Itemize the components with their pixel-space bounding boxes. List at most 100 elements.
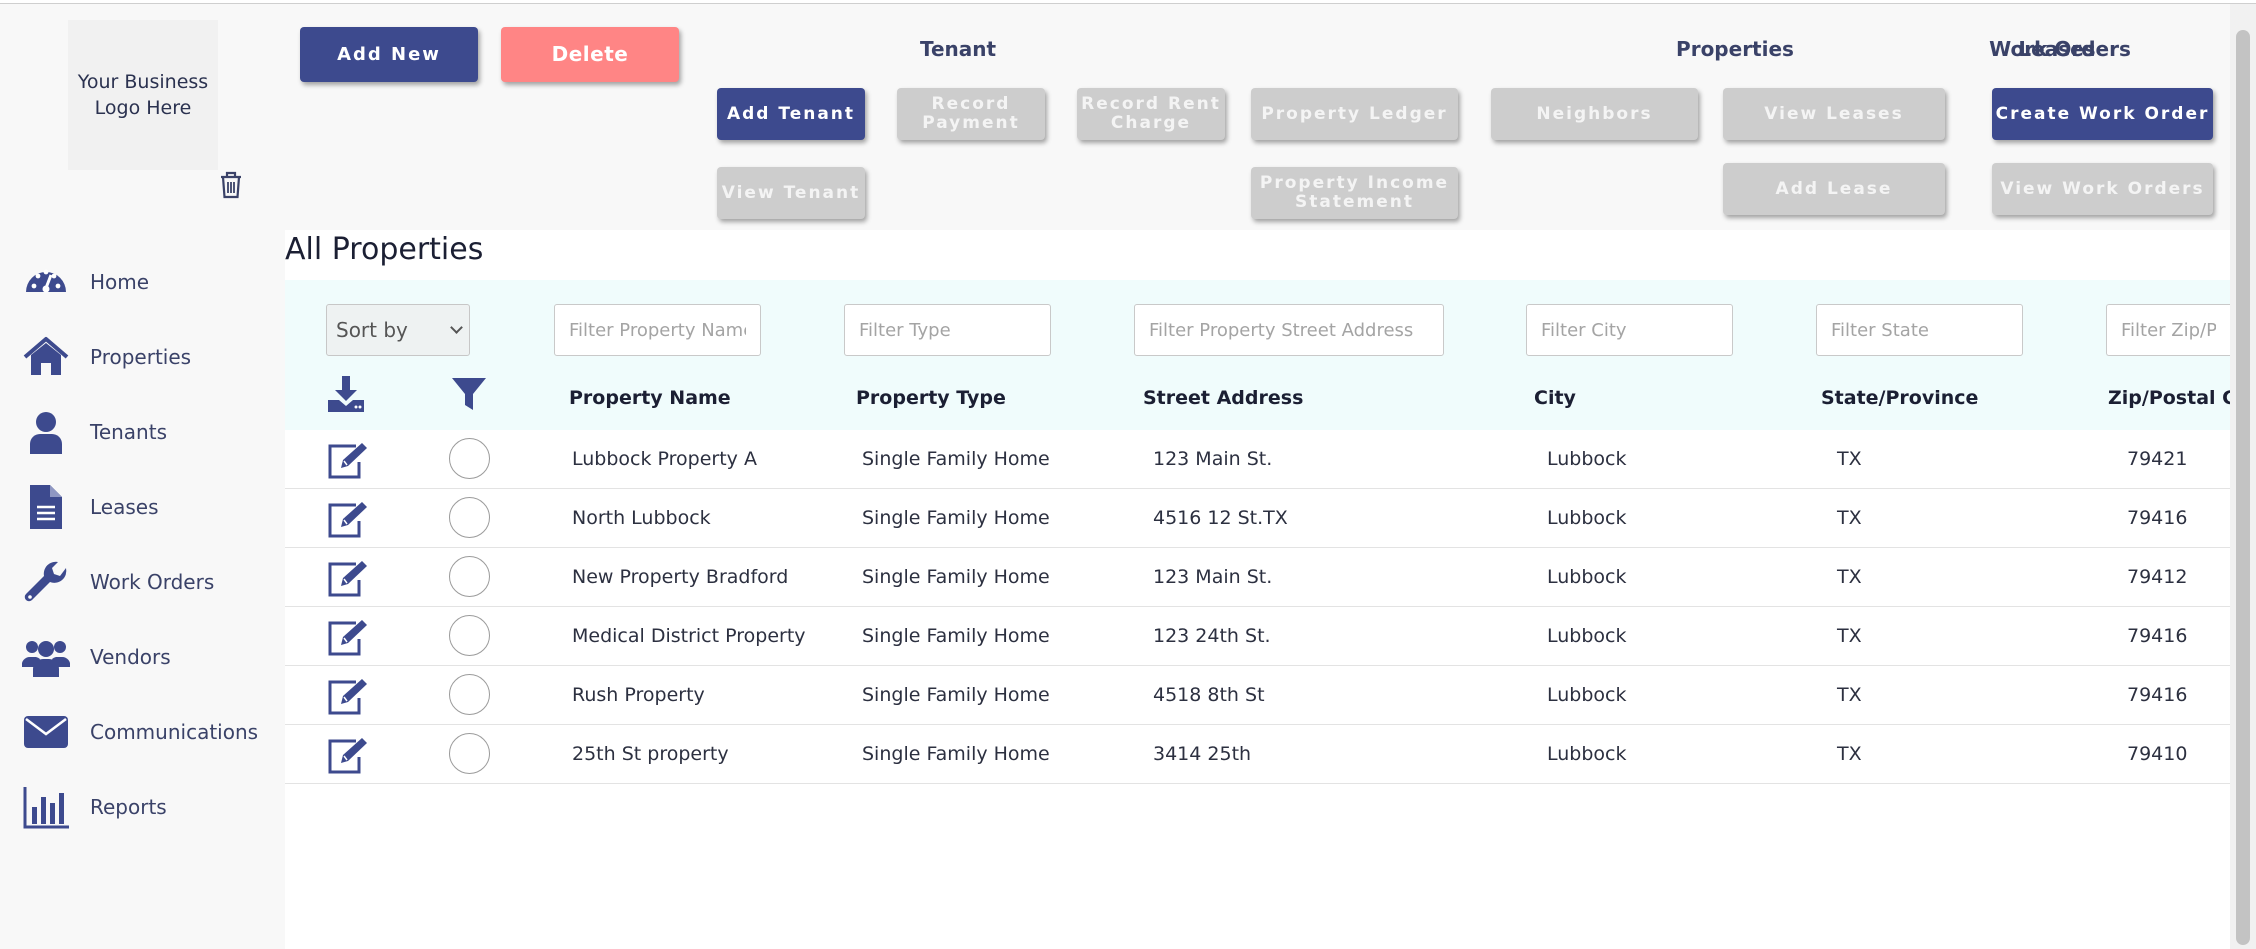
table-row[interactable]: North Lubbock Single Family Home 4516 12… xyxy=(285,489,2230,548)
house-icon xyxy=(23,336,69,375)
download-icon[interactable] xyxy=(326,374,366,414)
row-select-radio[interactable] xyxy=(449,438,490,479)
cell-zip: 79421 xyxy=(2127,448,2188,470)
sidebar-item-label: Properties xyxy=(90,344,192,369)
cell-property-type: Single Family Home xyxy=(862,743,1050,765)
cell-property-name[interactable]: Medical District Property xyxy=(572,625,806,647)
edit-icon[interactable] xyxy=(326,735,370,775)
vertical-scrollbar[interactable] xyxy=(2230,4,2256,949)
row-select-radio[interactable] xyxy=(449,733,490,774)
neighbors-button[interactable]: Neighbors xyxy=(1491,88,1698,140)
view-tenant-button[interactable]: View Tenant xyxy=(717,167,865,219)
users-group-icon xyxy=(22,640,70,677)
cell-street-address: 4518 8th St xyxy=(1153,684,1265,706)
edit-icon[interactable] xyxy=(326,558,370,598)
edit-icon[interactable] xyxy=(326,440,370,480)
filter-funnel-icon[interactable] xyxy=(450,375,488,413)
cell-city: Lubbock xyxy=(1547,566,1627,588)
row-select-radio[interactable] xyxy=(449,615,490,656)
cell-state: TX xyxy=(1837,625,1862,647)
sidebar-nav: Home Properties Tenants Leases Work Orde… xyxy=(0,244,285,844)
column-header-property-type[interactable]: Property Type xyxy=(856,387,1006,409)
filter-city-input[interactable] xyxy=(1526,304,1733,356)
row-select-radio[interactable] xyxy=(449,497,490,538)
add-lease-button[interactable]: Add Lease xyxy=(1723,163,1945,215)
trash-icon[interactable] xyxy=(218,170,244,200)
cell-city: Lubbock xyxy=(1547,448,1627,470)
cell-zip: 79416 xyxy=(2127,507,2188,529)
cell-property-name[interactable]: North Lubbock xyxy=(572,507,711,529)
business-logo[interactable]: Your Business Logo Here xyxy=(68,20,218,170)
view-leases-button[interactable]: View Leases xyxy=(1723,88,1945,140)
delete-button[interactable]: Delete xyxy=(501,27,679,82)
record-rent-charge-button[interactable]: Record Rent Charge xyxy=(1077,88,1225,140)
cell-street-address: 123 24th St. xyxy=(1153,625,1271,647)
cell-property-name[interactable]: 25th St property xyxy=(572,743,729,765)
cell-property-name[interactable]: New Property Bradford xyxy=(572,566,788,588)
sidebar-item-tenants[interactable]: Tenants xyxy=(0,394,285,469)
logo-text: Your Business Logo Here xyxy=(77,71,209,119)
add-new-button[interactable]: Add New xyxy=(300,27,478,82)
cell-city: Lubbock xyxy=(1547,743,1627,765)
cell-zip: 79410 xyxy=(2127,743,2188,765)
filter-state-input[interactable] xyxy=(1816,304,2023,356)
cell-zip: 79412 xyxy=(2127,566,2188,588)
cell-property-type: Single Family Home xyxy=(862,566,1050,588)
row-select-radio[interactable] xyxy=(449,674,490,715)
cell-state: TX xyxy=(1837,566,1862,588)
speedometer-icon xyxy=(26,269,66,292)
sidebar-item-label: Communications xyxy=(90,719,259,744)
edit-icon[interactable] xyxy=(326,499,370,539)
filter-zip-input[interactable] xyxy=(2106,304,2230,356)
edit-icon[interactable] xyxy=(326,617,370,657)
sidebar-item-leases[interactable]: Leases xyxy=(0,469,285,544)
sidebar-item-work-orders[interactable]: Work Orders xyxy=(0,544,285,619)
sidebar: Your Business Logo Here Home Properties xyxy=(0,4,285,949)
filter-type-input[interactable] xyxy=(844,304,1051,356)
user-icon xyxy=(30,411,62,454)
table-row[interactable]: 25th St property Single Family Home 3414… xyxy=(285,725,2230,784)
filter-street-address-input[interactable] xyxy=(1134,304,1444,356)
create-work-order-button[interactable]: Create Work Order xyxy=(1992,88,2213,140)
cell-street-address: 123 Main St. xyxy=(1153,566,1273,588)
cell-property-name[interactable]: Rush Property xyxy=(572,684,705,706)
edit-icon[interactable] xyxy=(326,676,370,716)
column-header-street-address[interactable]: Street Address xyxy=(1143,387,1303,409)
sidebar-item-home[interactable]: Home xyxy=(0,244,285,319)
group-title-tenant: Tenant xyxy=(919,37,997,61)
cell-property-type: Single Family Home xyxy=(862,507,1050,529)
filter-property-name-input[interactable] xyxy=(554,304,761,356)
sidebar-item-properties[interactable]: Properties xyxy=(0,319,285,394)
table-row[interactable]: Medical District Property Single Family … xyxy=(285,607,2230,666)
cell-state: TX xyxy=(1837,743,1862,765)
sidebar-item-vendors[interactable]: Vendors xyxy=(0,619,285,694)
column-header-property-name[interactable]: Property Name xyxy=(569,387,731,409)
main-content: Add New Delete Tenant Properties Leases … xyxy=(285,4,2256,949)
sidebar-item-label: Leases xyxy=(90,494,159,519)
add-tenant-button[interactable]: Add Tenant xyxy=(717,88,865,140)
table-row[interactable]: Lubbock Property A Single Family Home 12… xyxy=(285,430,2230,489)
column-header-state[interactable]: State/Province xyxy=(1821,387,1978,409)
sidebar-item-reports[interactable]: Reports xyxy=(0,769,285,844)
sidebar-item-communications[interactable]: Communications xyxy=(0,694,285,769)
view-work-orders-button[interactable]: View Work Orders xyxy=(1992,163,2213,215)
document-icon xyxy=(30,484,62,529)
properties-table-body: Lubbock Property A Single Family Home 12… xyxy=(285,430,2230,784)
wrench-icon xyxy=(24,561,67,601)
record-payment-button[interactable]: Record Payment xyxy=(897,88,1045,140)
table-row[interactable]: Rush Property Single Family Home 4518 8t… xyxy=(285,666,2230,725)
sidebar-item-label: Reports xyxy=(90,794,167,819)
scrollbar-thumb[interactable] xyxy=(2236,30,2250,945)
cell-street-address: 4516 12 St.TX xyxy=(1153,507,1288,529)
sort-by-value: Sort by xyxy=(336,318,408,342)
envelope-icon xyxy=(24,715,68,748)
cell-property-name[interactable]: Lubbock Property A xyxy=(572,448,757,470)
table-row[interactable]: New Property Bradford Single Family Home… xyxy=(285,548,2230,607)
sort-by-select[interactable]: Sort by xyxy=(326,304,470,356)
cell-street-address: 123 Main St. xyxy=(1153,448,1273,470)
property-income-statement-button[interactable]: Property Income Statement xyxy=(1251,167,1458,219)
property-ledger-button[interactable]: Property Ledger xyxy=(1251,88,1458,140)
column-header-city[interactable]: City xyxy=(1534,387,1576,409)
cell-zip: 79416 xyxy=(2127,684,2188,706)
row-select-radio[interactable] xyxy=(449,556,490,597)
